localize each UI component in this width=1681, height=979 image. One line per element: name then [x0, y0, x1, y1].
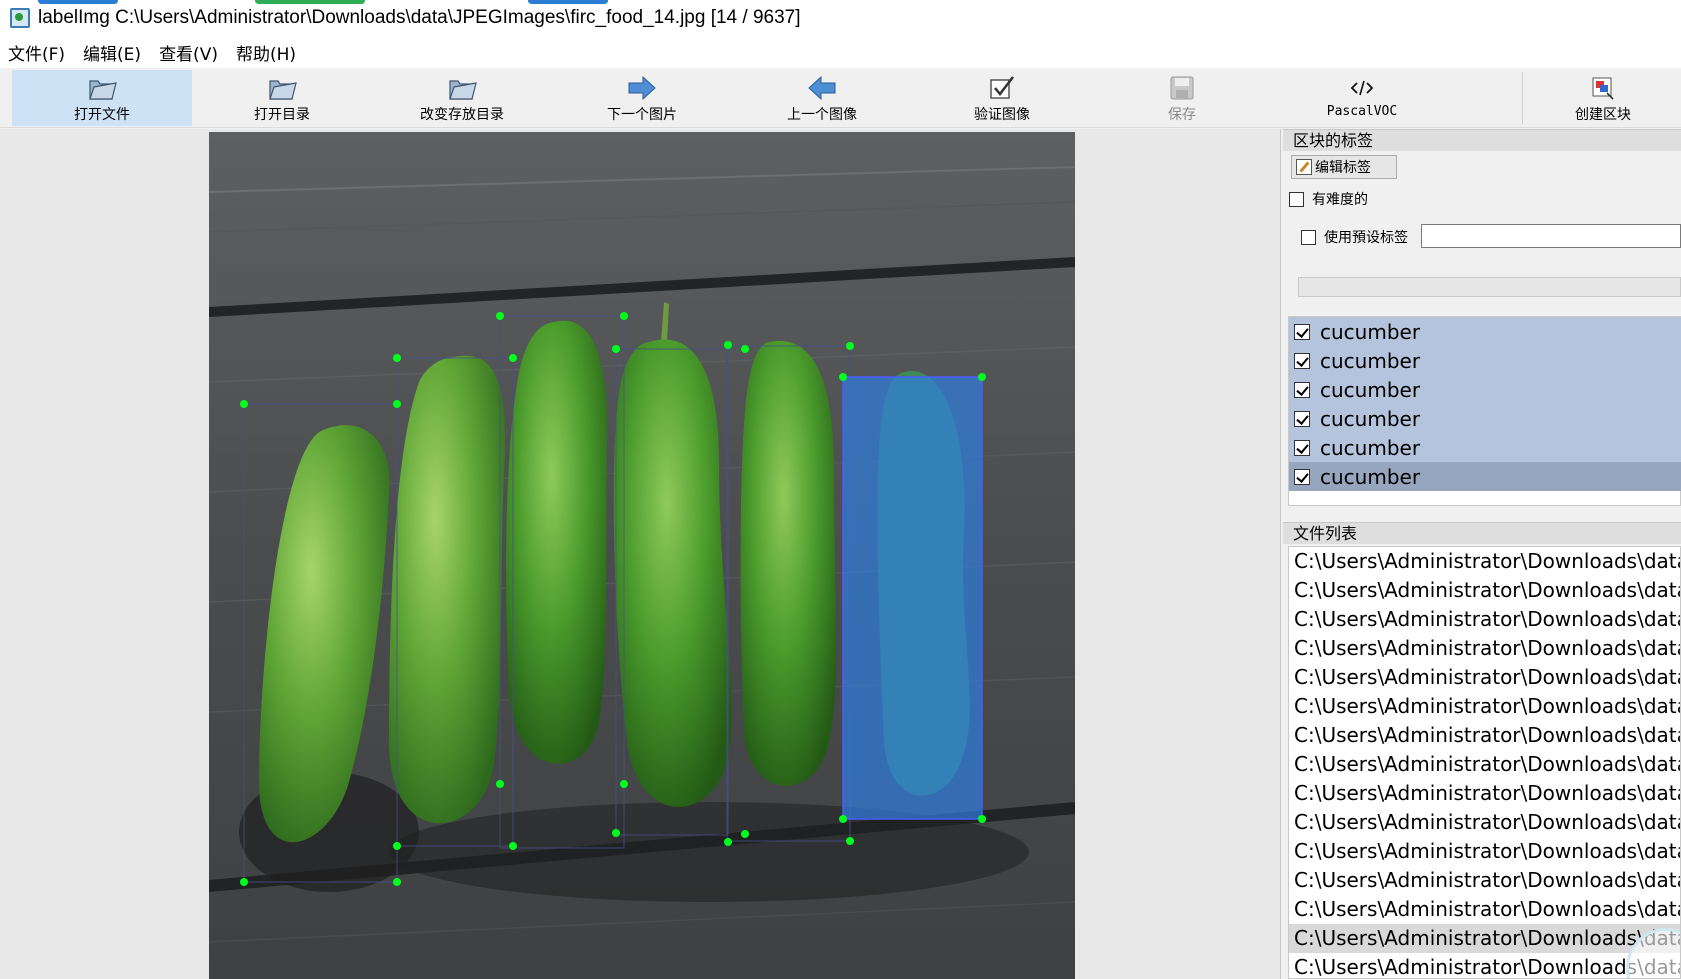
- label-item[interactable]: cucumber: [1289, 346, 1681, 375]
- prev-image-button[interactable]: 上一个图像: [732, 70, 912, 126]
- toolbar-separator: [1522, 72, 1523, 124]
- open-dir-button[interactable]: 打开目录: [192, 70, 372, 126]
- label-item[interactable]: cucumber: [1289, 375, 1681, 404]
- label-checkbox[interactable]: [1294, 468, 1310, 485]
- difficult-checkbox[interactable]: [1289, 191, 1304, 207]
- label-checkbox[interactable]: [1294, 352, 1310, 369]
- file-list-item[interactable]: C:\Users\Administrator\Downloads\data\: [1289, 605, 1680, 634]
- label-text: cucumber: [1320, 406, 1421, 431]
- file-list-item[interactable]: C:\Users\Administrator\Downloads\data\: [1289, 634, 1680, 663]
- file-list-item[interactable]: C:\Users\Administrator\Downloads\data\: [1289, 808, 1680, 837]
- next-image-button[interactable]: 下一个图片: [552, 70, 732, 126]
- default-label-checkbox-row[interactable]: 使用預设标签: [1301, 227, 1408, 247]
- save-label: 保存: [1168, 107, 1196, 123]
- file-list-title: 文件列表: [1283, 522, 1681, 544]
- label-checkbox[interactable]: [1294, 410, 1310, 427]
- cucumber-4: [613, 339, 732, 807]
- open-dir-label: 打开目录: [254, 107, 310, 123]
- label-checkbox[interactable]: [1294, 381, 1310, 398]
- cucumber-photo: [209, 132, 1075, 979]
- open-file-button[interactable]: 打开文件: [12, 70, 192, 126]
- file-list-item[interactable]: C:\Users\Administrator\Downloads\data\: [1289, 837, 1680, 866]
- taskbar-highlight: [38, 0, 118, 4]
- folder-open-icon: [86, 72, 118, 104]
- file-list-item[interactable]: C:\Users\Administrator\Downloads\data\: [1289, 721, 1680, 750]
- label-item[interactable]: cucumber: [1289, 317, 1681, 346]
- label-text: cucumber: [1320, 377, 1421, 402]
- prev-image-label: 上一个图像: [787, 107, 857, 123]
- file-list-item[interactable]: C:\Users\Administrator\Downloads\data\: [1289, 953, 1680, 978]
- file-list-item[interactable]: C:\Users\Administrator\Downloads\data\: [1289, 663, 1680, 692]
- menu-edit[interactable]: 编辑(E): [83, 40, 141, 65]
- create-box-icon: [1587, 72, 1619, 104]
- verify-image-button[interactable]: 验证图像: [912, 70, 1092, 126]
- open-file-label: 打开文件: [74, 107, 130, 123]
- file-list-item[interactable]: C:\Users\Administrator\Downloads\data\: [1289, 576, 1680, 605]
- arrow-left-icon: [806, 72, 838, 104]
- menu-bar: 文件(F) 编辑(E) 查看(V) 帮助(H): [0, 36, 1681, 68]
- labelimg-window: labelImg C:\Users\Administrator\Download…: [0, 0, 1681, 979]
- label-text: cucumber: [1320, 348, 1421, 373]
- folder-open-icon: [446, 72, 478, 104]
- next-image-label: 下一个图片: [607, 107, 677, 123]
- menu-view[interactable]: 查看(V): [159, 40, 218, 65]
- progress-bar: [1298, 277, 1681, 297]
- label-checkbox[interactable]: [1294, 323, 1310, 340]
- code-tag-icon: [1346, 72, 1378, 104]
- edit-label-button[interactable]: 编辑标签: [1291, 155, 1397, 179]
- label-text: cucumber: [1320, 435, 1421, 460]
- taskbar-highlight: [528, 0, 608, 4]
- file-list-item[interactable]: C:\Users\Administrator\Downloads\data\: [1289, 779, 1680, 808]
- edit-label-text: 编辑标签: [1315, 160, 1371, 176]
- format-label: PascalVOC: [1326, 104, 1398, 119]
- change-save-dir-label: 改变存放目录: [420, 107, 504, 123]
- label-item[interactable]: cucumber: [1289, 433, 1681, 462]
- file-list[interactable]: C:\Users\Administrator\Downloads\data\ C…: [1288, 546, 1681, 979]
- taskbar-highlight: [255, 0, 365, 4]
- file-list-item[interactable]: C:\Users\Administrator\Downloads\data\: [1289, 750, 1680, 779]
- label-list[interactable]: cucumber cucumber cucumber cucumber cucu…: [1288, 316, 1681, 506]
- menu-file[interactable]: 文件(F): [8, 40, 65, 65]
- file-list-item[interactable]: C:\Users\Administrator\Downloads\data\: [1289, 895, 1680, 924]
- toolbar: 打开文件 打开目录 改变存放目录 下一个图片 上一个图像 验证图像 保存 Pas…: [0, 68, 1681, 128]
- difficult-label: 有难度的: [1312, 192, 1368, 208]
- window-title: labelImg C:\Users\Administrator\Download…: [38, 7, 801, 28]
- label-item[interactable]: cucumber: [1289, 404, 1681, 433]
- arrow-right-icon: [626, 72, 658, 104]
- format-toggle-button[interactable]: PascalVOC: [1272, 70, 1452, 126]
- file-list-item-selected[interactable]: C:\Users\Administrator\Downloads\data\: [1289, 924, 1680, 953]
- right-panel: 区块的标签 编辑标签 有难度的 使用預设标签 cucumber cucumber…: [1283, 129, 1681, 979]
- default-label-text: 使用預设标签: [1324, 230, 1408, 246]
- verify-checkbox-icon: [986, 72, 1018, 104]
- cucumber-5: [740, 340, 837, 786]
- save-floppy-icon: [1166, 72, 1198, 104]
- box-labels-title: 区块的标签: [1283, 129, 1681, 151]
- change-save-dir-button[interactable]: 改变存放目录: [372, 70, 552, 126]
- app-icon: [10, 8, 30, 28]
- title-bar: labelImg C:\Users\Administrator\Download…: [0, 0, 1681, 36]
- cucumber-6: [877, 371, 970, 796]
- file-list-item[interactable]: C:\Users\Administrator\Downloads\data\: [1289, 866, 1680, 895]
- default-label-input[interactable]: [1421, 224, 1681, 248]
- file-list-item[interactable]: C:\Users\Administrator\Downloads\data\: [1289, 547, 1680, 576]
- save-button[interactable]: 保存: [1092, 70, 1272, 126]
- folder-open-icon: [266, 72, 298, 104]
- label-text: cucumber: [1320, 319, 1421, 344]
- label-text: cucumber: [1320, 464, 1421, 489]
- label-checkbox[interactable]: [1294, 439, 1310, 456]
- menu-help[interactable]: 帮助(H): [236, 40, 296, 65]
- edit-pencil-icon: [1296, 159, 1312, 175]
- default-label-checkbox[interactable]: [1301, 229, 1316, 245]
- create-box-button[interactable]: 创建区块: [1528, 70, 1678, 126]
- cucumber-3: [506, 320, 608, 764]
- file-list-item[interactable]: C:\Users\Administrator\Downloads\data\: [1289, 692, 1680, 721]
- label-item-selected[interactable]: cucumber: [1289, 462, 1681, 491]
- create-box-label: 创建区块: [1575, 107, 1631, 123]
- verify-image-label: 验证图像: [974, 107, 1030, 123]
- difficult-checkbox-row[interactable]: 有难度的: [1289, 189, 1368, 209]
